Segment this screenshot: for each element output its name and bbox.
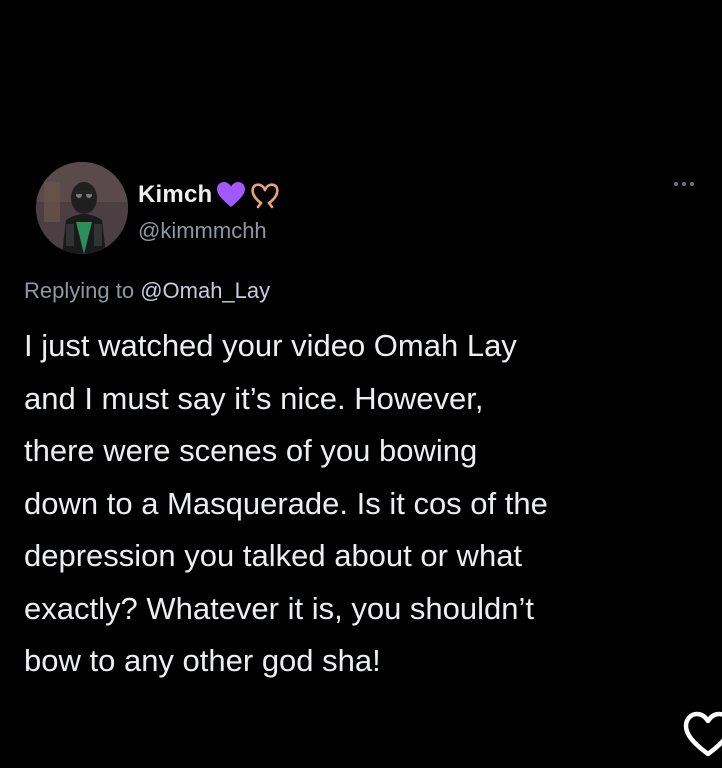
- tweet-body-line: depression you talked about or what: [24, 538, 523, 573]
- display-name[interactable]: Kimch: [138, 181, 212, 209]
- more-options-icon[interactable]: [674, 182, 694, 186]
- tweet-body-line: there were scenes of you bowing: [24, 433, 478, 468]
- tweet-body-line: exactly? Whatever it is, you shouldn’t: [24, 590, 535, 626]
- user-name-row: Kimch: [138, 178, 280, 212]
- user-handle[interactable]: @kimmmchh: [138, 218, 267, 244]
- replying-to: Replying to @Omah_Lay: [24, 278, 270, 304]
- reply-mention-link[interactable]: @Omah_Lay: [140, 278, 270, 303]
- tweet-body-line: bow to any other god sha!: [24, 643, 381, 678]
- tweet-body-line: I just watched your video Omah Lay: [24, 328, 517, 363]
- avatar-image: [36, 162, 128, 254]
- tweet-body-line: down to a Masquerade. Is it cos of the: [24, 485, 548, 521]
- tweet-body-line: and I must say it’s nice. However,: [24, 380, 484, 416]
- heart-hands-emoji-icon: [250, 181, 280, 209]
- purple-heart-emoji-icon: [216, 181, 246, 209]
- tweet-body: I just watched your video Omah Lay and I…: [24, 320, 714, 688]
- replying-prefix: Replying to: [24, 278, 141, 303]
- heart-outline-icon[interactable]: [680, 706, 722, 762]
- avatar[interactable]: [36, 162, 128, 254]
